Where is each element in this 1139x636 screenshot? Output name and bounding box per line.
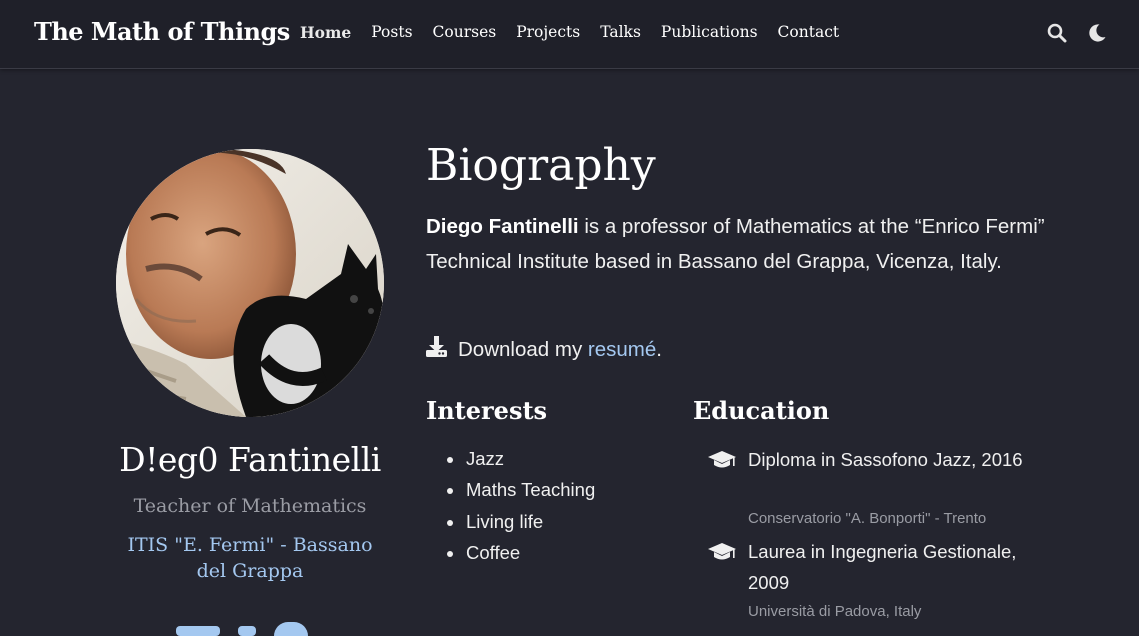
education-degree: Diploma in Sassofono Jazz, 2016 (748, 449, 1023, 470)
email-icon[interactable] (176, 626, 220, 636)
profile-organization-link[interactable]: ITIS "E. Fermi" - Bassano del Grappa (110, 532, 390, 584)
education-institution: Università di Padova, Italy (748, 603, 922, 620)
download-icon (426, 336, 447, 363)
interests-list: Jazz Maths Teaching Living life Coffee (426, 446, 595, 571)
site-brand[interactable]: The Math of Things (34, 17, 290, 46)
social-links (176, 622, 308, 636)
interests-title: Interests (426, 396, 548, 425)
avatar (116, 149, 384, 417)
nav-menu: Home Posts Courses Projects Talks Public… (300, 23, 859, 42)
navbar: The Math of Things Home Posts Courses Pr… (0, 0, 1139, 69)
bullet-icon (447, 550, 453, 557)
download-resume-line: Download my resumé. (426, 336, 662, 363)
moon-icon[interactable] (1087, 23, 1107, 43)
profile-role: Teacher of Mathematics (133, 495, 367, 517)
bullet-icon (447, 519, 453, 526)
twitter-icon[interactable] (238, 626, 256, 636)
search-icon[interactable] (1047, 23, 1067, 43)
interest-label: Coffee (466, 541, 521, 563)
education-degree: Laurea in Ingegneria Gestionale, 2009 (748, 541, 1017, 593)
nav-link-courses[interactable]: Courses (433, 23, 497, 42)
download-suffix: . (656, 337, 662, 361)
interest-label: Maths Teaching (466, 479, 596, 501)
education-title: Education (693, 396, 830, 425)
nav-link-projects[interactable]: Projects (516, 23, 580, 42)
nav-link-contact[interactable]: Contact (778, 23, 840, 42)
graduation-cap-icon (708, 542, 736, 566)
graduation-cap-icon (708, 450, 736, 474)
resume-link[interactable]: resumé (588, 338, 656, 362)
profile-name: D!eg0 Fantinelli (119, 440, 381, 479)
nav-icons (1047, 23, 1107, 43)
nav-link-home[interactable]: Home (300, 23, 351, 42)
nav-link-talks[interactable]: Talks (600, 23, 641, 42)
education-institution: Conservatorio "A. Bonporti" - Trento (748, 510, 987, 527)
biography-title: Biography (426, 140, 656, 191)
interest-label: Jazz (466, 448, 505, 469)
nav-link-posts[interactable]: Posts (371, 23, 412, 42)
list-item: Jazz (426, 446, 595, 477)
bullet-icon (447, 457, 453, 463)
list-item: Maths Teaching (426, 477, 595, 508)
biography-text: Diego Fantinelli is a professor of Mathe… (426, 210, 1046, 279)
interest-label: Living life (466, 510, 544, 532)
list-item: Coffee (426, 540, 595, 571)
list-item: Living life (426, 509, 595, 540)
bullet-icon (447, 488, 453, 495)
biography-name: Diego Fantinelli (426, 215, 579, 238)
download-prefix: Download my (458, 337, 588, 361)
nav-link-publications[interactable]: Publications (661, 23, 758, 42)
github-icon[interactable] (274, 622, 308, 636)
